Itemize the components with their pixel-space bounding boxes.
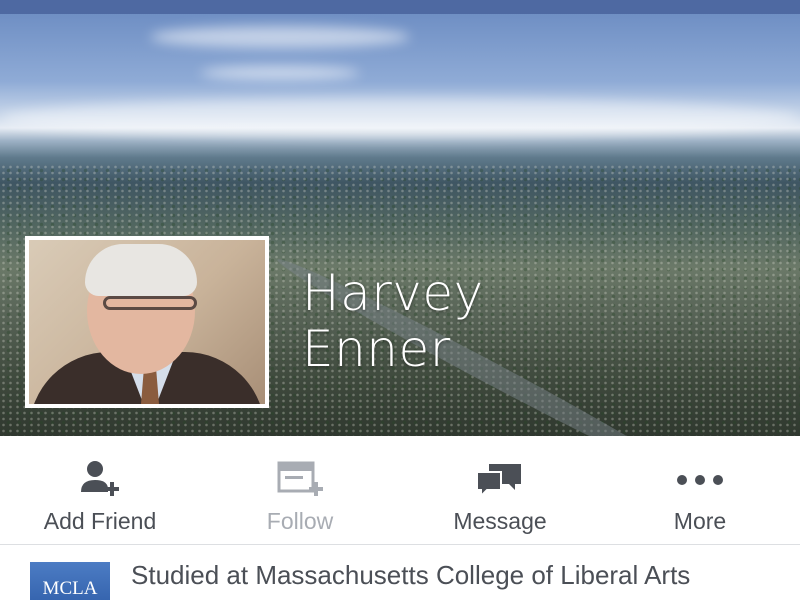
message-icon (475, 460, 525, 500)
top-bar (0, 0, 800, 14)
about-section: MCLA Studied at Massachusetts College of… (0, 545, 800, 600)
school-logo[interactable]: MCLA (30, 562, 110, 600)
follow-button[interactable]: Follow (200, 436, 400, 544)
more-label: More (673, 508, 727, 534)
add-friend-button[interactable]: Add Friend (0, 436, 200, 544)
add-friend-icon (77, 460, 123, 500)
profile-photo (29, 240, 265, 404)
more-icon (670, 460, 730, 500)
cloud (200, 66, 360, 80)
profile-name: Harvey Enner (302, 265, 484, 377)
school-logo-text: MCLA (42, 578, 98, 599)
photo-hair (85, 244, 197, 296)
profile-actions: Add Friend Follow Message More (0, 436, 800, 544)
message-button[interactable]: Message (400, 436, 600, 544)
add-friend-label: Add Friend (43, 508, 157, 534)
follow-icon (275, 460, 325, 500)
photo-glasses (103, 296, 197, 310)
message-label: Message (453, 508, 547, 534)
cloud-layer (0, 98, 800, 138)
cloud (150, 26, 410, 48)
profile-name-last: Enner (302, 320, 451, 378)
more-button[interactable]: More (600, 436, 800, 544)
education-text[interactable]: Studied at Massachusetts College of Libe… (131, 560, 771, 590)
profile-name-first: Harvey (302, 264, 484, 322)
profile-picture[interactable] (25, 236, 269, 408)
follow-label: Follow (266, 508, 334, 534)
